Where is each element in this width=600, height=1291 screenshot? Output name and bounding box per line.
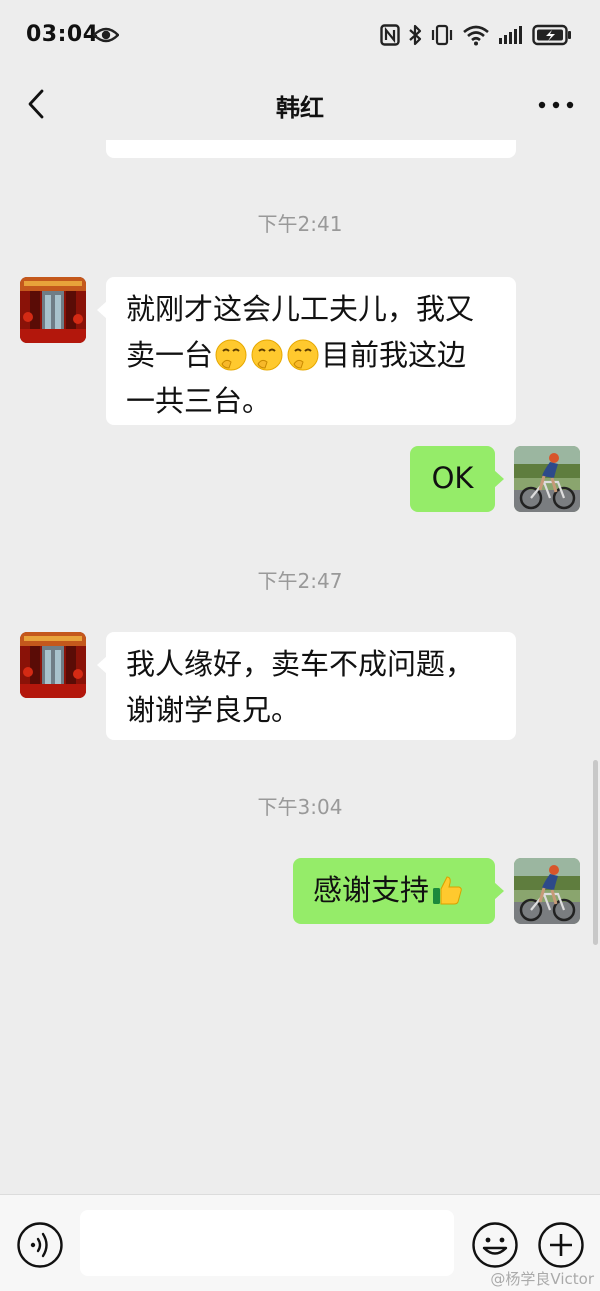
more-dots-icon[interactable] (536, 90, 576, 120)
chat-header: 韩红 (0, 72, 600, 140)
message-text: 感谢支持 (313, 873, 430, 907)
message-text: 卖一台 (126, 338, 214, 372)
incoming-message-bubble[interactable]: 我人缘好，卖车不成问题， 谢谢学良兄。 (97, 632, 516, 740)
message-text: 目前我这边 (321, 338, 467, 372)
thumbs-up-icon (433, 876, 462, 905)
scrollbar[interactable] (593, 760, 598, 945)
status-bar: 03:04 (0, 0, 600, 72)
signal-icon (499, 26, 522, 44)
shushing-face-icon (215, 339, 247, 371)
message-input[interactable] (80, 1210, 454, 1276)
nfc-icon (380, 24, 400, 46)
user-avatar[interactable] (514, 446, 580, 512)
message-text: 我人缘好，卖车不成问题， (126, 647, 475, 681)
contact-avatar[interactable] (20, 277, 86, 343)
status-icons (380, 22, 572, 48)
message-timestamp: 下午2:41 (257, 212, 343, 236)
outgoing-message-bubble[interactable]: 感谢支持 (293, 858, 504, 924)
chat-title: 韩红 (276, 94, 324, 122)
message-text: 就刚才这会儿工夫儿，我又 (126, 292, 475, 326)
shushing-face-icon (287, 339, 319, 371)
wifi-icon (463, 25, 489, 46)
plus-icon[interactable] (537, 1221, 585, 1269)
voice-icon[interactable] (16, 1221, 64, 1269)
message-text: OK (431, 461, 474, 495)
vibrate-icon (431, 24, 453, 46)
watermark: @杨学良Victor (490, 1270, 594, 1288)
shushing-face-icon (251, 339, 283, 371)
eye-icon (93, 27, 119, 43)
user-avatar[interactable] (514, 858, 580, 924)
contact-avatar[interactable] (20, 632, 86, 698)
smiley-icon[interactable] (471, 1221, 519, 1269)
outgoing-message-bubble[interactable]: OK (410, 446, 504, 512)
message-timestamp: 下午3:04 (257, 795, 343, 819)
bluetooth-icon (409, 24, 422, 46)
battery-charging-icon (532, 24, 571, 46)
message-list[interactable]: 下午2:41 就刚才这会儿工夫儿，我又 卖一台 目前我这边 一共三台。 OK 下… (0, 140, 600, 1194)
message-timestamp: 下午2:47 (257, 569, 343, 593)
message-text: 谢谢学良兄。 (126, 693, 301, 727)
incoming-message-bubble[interactable]: 就刚才这会儿工夫儿，我又 卖一台 目前我这边 一共三台。 (97, 277, 516, 425)
chat-screen: 03:04 韩红 下午2:41 就刚才这会儿工夫儿，我又 卖一台 目前我这边 一… (0, 0, 600, 1291)
status-time: 03:04 (26, 22, 99, 47)
previous-message-bubble[interactable] (106, 140, 516, 158)
message-text: 一共三台。 (126, 384, 272, 418)
